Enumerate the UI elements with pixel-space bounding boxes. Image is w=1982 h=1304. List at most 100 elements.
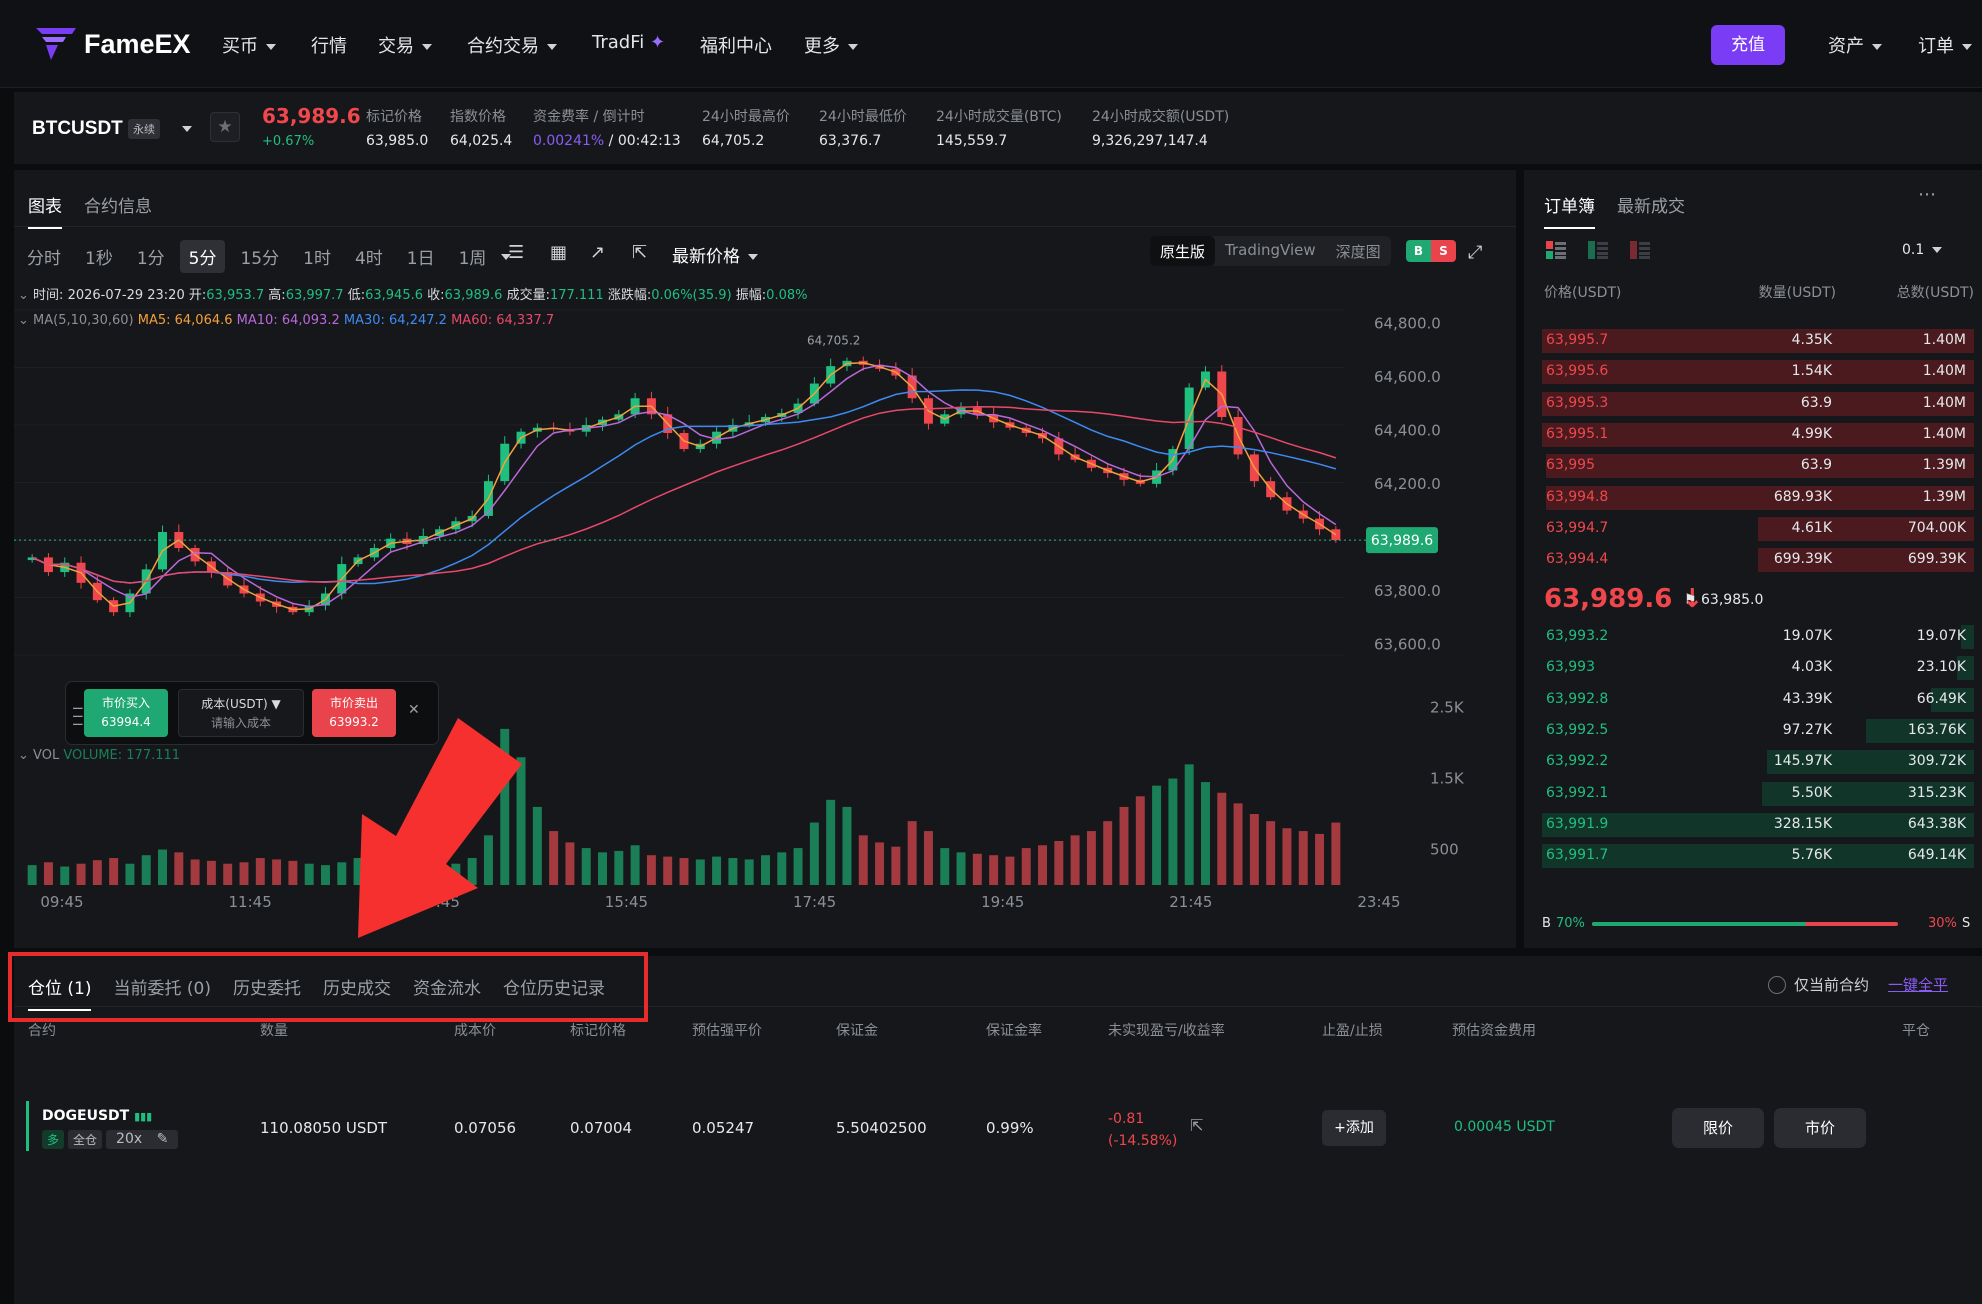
close-icon[interactable]: ✕	[408, 702, 420, 718]
nav-buy-crypto[interactable]: 买币	[222, 32, 276, 58]
bid-row[interactable]: 63,992.1 5.50K 315.23K	[1542, 781, 1974, 807]
volume-bar	[1086, 831, 1096, 885]
ask-row[interactable]: 63,995.6 1.54K 1.40M	[1542, 359, 1974, 385]
share-icon[interactable]: ⇱	[1190, 1116, 1203, 1135]
tab-contract-info[interactable]: 合约信息	[84, 192, 152, 229]
row-total: 309.72K	[1907, 753, 1966, 770]
favorite-star-icon[interactable]: ★	[210, 112, 240, 142]
view-native[interactable]: 原生版	[1150, 236, 1216, 266]
nav-label: 资产	[1828, 36, 1864, 57]
timeframe-option[interactable]: 1分	[128, 240, 174, 273]
volume-bar	[858, 835, 868, 885]
timeframe-option[interactable]: 15分	[231, 240, 288, 273]
tab-orderbook[interactable]: 订单簿	[1544, 192, 1595, 229]
side-badge: 多	[42, 1130, 65, 1149]
col-margin: 保证金	[836, 1023, 878, 1039]
fullscreen-icon[interactable]: ⤢	[1468, 242, 1482, 263]
candle-type-icon[interactable]: ▦	[550, 242, 567, 263]
margin-mode-badge: 全仓	[68, 1130, 103, 1149]
bid-row[interactable]: 63,993.2 19.07K 19.07K	[1542, 624, 1974, 650]
cost-input[interactable]: 成本(USDT) ▼ 请输入成本	[178, 689, 304, 737]
stat-value: 64,705.2	[702, 133, 765, 149]
timeframe-bar: 分时 1秒 1分 5分 15分 1时 4时 1日 1周	[18, 240, 512, 273]
nav-markets[interactable]: 行情	[311, 32, 347, 58]
nav-futures[interactable]: 合约交易	[467, 32, 557, 58]
buy-sell-toggle[interactable]: BS	[1406, 240, 1456, 262]
volume-bar	[1217, 792, 1227, 885]
asks-only-icon[interactable]	[1630, 240, 1650, 260]
ask-row[interactable]: 63,995 63.9 1.39M	[1542, 453, 1974, 479]
long-indicator	[26, 1101, 29, 1151]
col-funding: 预估资金费用	[1452, 1023, 1536, 1039]
external-link-icon[interactable]: ⇱	[632, 242, 647, 263]
bid-row[interactable]: 63,991.7 5.76K 649.14K	[1542, 843, 1974, 869]
row-qty: 63.9	[1800, 457, 1832, 474]
ask-row[interactable]: 63,994.4 699.39K 699.39K	[1542, 547, 1974, 573]
bid-row[interactable]: 63,992.8 43.39K 66.49K	[1542, 687, 1974, 713]
row-price: 63,992.8	[1546, 690, 1609, 707]
stat-label: 24小时成交量(BTC)	[936, 109, 1062, 125]
bids-only-icon[interactable]	[1588, 240, 1608, 260]
ask-row[interactable]: 63,995.1 4.99K 1.40M	[1542, 422, 1974, 448]
volume-bar	[43, 862, 53, 885]
price-type-dropdown[interactable]: 最新价格	[672, 242, 758, 267]
drag-handle-icon[interactable]: ⚊ ⚊ ⚊	[72, 699, 84, 728]
bid-row[interactable]: 63,992.5 97.27K 163.76K	[1542, 718, 1974, 744]
market-close-button[interactable]: 市价	[1774, 1108, 1866, 1148]
position-symbol[interactable]: DOGEUSDT ▮▮▮	[42, 1108, 152, 1124]
indicator-list-icon[interactable]: ☰	[508, 242, 524, 263]
nav-tradfi[interactable]: TradFi ✦	[592, 32, 665, 53]
symbol-selector[interactable]: BTCUSDT	[32, 118, 123, 140]
view-tradingview[interactable]: TradingView	[1215, 236, 1326, 266]
collapse-icon[interactable]: ⌄	[18, 748, 29, 763]
bid-row[interactable]: 63,993 4.03K 23.10K	[1542, 655, 1974, 681]
timeframe-option[interactable]: 分时	[18, 240, 70, 273]
timeframe-option[interactable]: 1日	[398, 240, 444, 273]
nav-more[interactable]: 更多	[804, 32, 858, 58]
logo[interactable]: FameEX	[36, 28, 191, 60]
ask-row[interactable]: 63,994.8 689.93K 1.39M	[1542, 485, 1974, 511]
timeframe-option[interactable]: 1秒	[76, 240, 122, 273]
add-tpsl-button[interactable]: +添加	[1322, 1110, 1386, 1146]
close-all-link[interactable]: 一键全平	[1888, 974, 1948, 995]
volume-info-line: ⌄ VOL VOLUME: 177.111	[18, 748, 180, 763]
timeframe-option[interactable]: 1时	[294, 240, 340, 273]
bid-row[interactable]: 63,991.9 328.15K 643.38K	[1542, 812, 1974, 838]
position-margin-rate: 0.99%	[986, 1119, 1034, 1137]
deposit-button[interactable]: 充值	[1711, 25, 1785, 65]
leverage-badge[interactable]: 20x ✎	[106, 1130, 179, 1149]
nav-trade[interactable]: 交易	[378, 32, 432, 58]
stat-value: 64,025.4	[450, 133, 513, 149]
volume-bar	[809, 822, 819, 885]
tick-size-select[interactable]: 0.1	[1902, 242, 1943, 258]
ask-row[interactable]: 63,994.7 4.61K 704.00K	[1542, 516, 1974, 542]
tab-recent-trades[interactable]: 最新成交	[1617, 192, 1685, 229]
chevron-down-icon	[547, 44, 557, 50]
both-sides-icon[interactable]	[1546, 240, 1566, 260]
limit-close-button[interactable]: 限价	[1672, 1108, 1764, 1148]
nav-orders[interactable]: 订单	[1918, 32, 1972, 58]
timeframe-option[interactable]: 1周	[450, 240, 496, 273]
x-tick-label: 11:45	[229, 893, 272, 910]
chevron-down-icon[interactable]	[182, 126, 192, 132]
cost-label-text: 成本(USDT)	[201, 697, 268, 711]
market-buy-button[interactable]: 市价买入 63994.4	[84, 689, 168, 737]
ask-row[interactable]: 63,995.7 4.35K 1.40M	[1542, 328, 1974, 354]
only-current-checkbox[interactable]: 仅当前合约	[1768, 974, 1869, 995]
volume-bar	[581, 848, 591, 885]
view-depth[interactable]: 深度图	[1326, 236, 1391, 266]
price-chart[interactable]: 64,800.0 64,600.0 64,400.0 64,200.0 63,800.0…	[14, 270, 1516, 910]
bid-row[interactable]: 63,992.2 145.97K 309.72K	[1542, 749, 1974, 775]
ask-row[interactable]: 63,995.3 63.9 1.40M	[1542, 391, 1974, 417]
timeframe-option[interactable]: 4时	[346, 240, 392, 273]
more-options-icon[interactable]: ⋯	[1918, 184, 1936, 205]
nav-rewards[interactable]: 福利中心	[700, 32, 772, 58]
tab-chart[interactable]: 图表	[28, 192, 62, 229]
timeframe-option-active[interactable]: 5分	[179, 240, 226, 273]
row-total: 1.40M	[1922, 332, 1966, 348]
logo-text: FameEX	[84, 28, 191, 59]
indicator-chart-icon[interactable]: ↗	[590, 242, 605, 263]
nav-assets[interactable]: 资产	[1828, 32, 1882, 58]
col-cost: 成本价	[454, 1023, 496, 1039]
volume-bar	[549, 831, 559, 885]
